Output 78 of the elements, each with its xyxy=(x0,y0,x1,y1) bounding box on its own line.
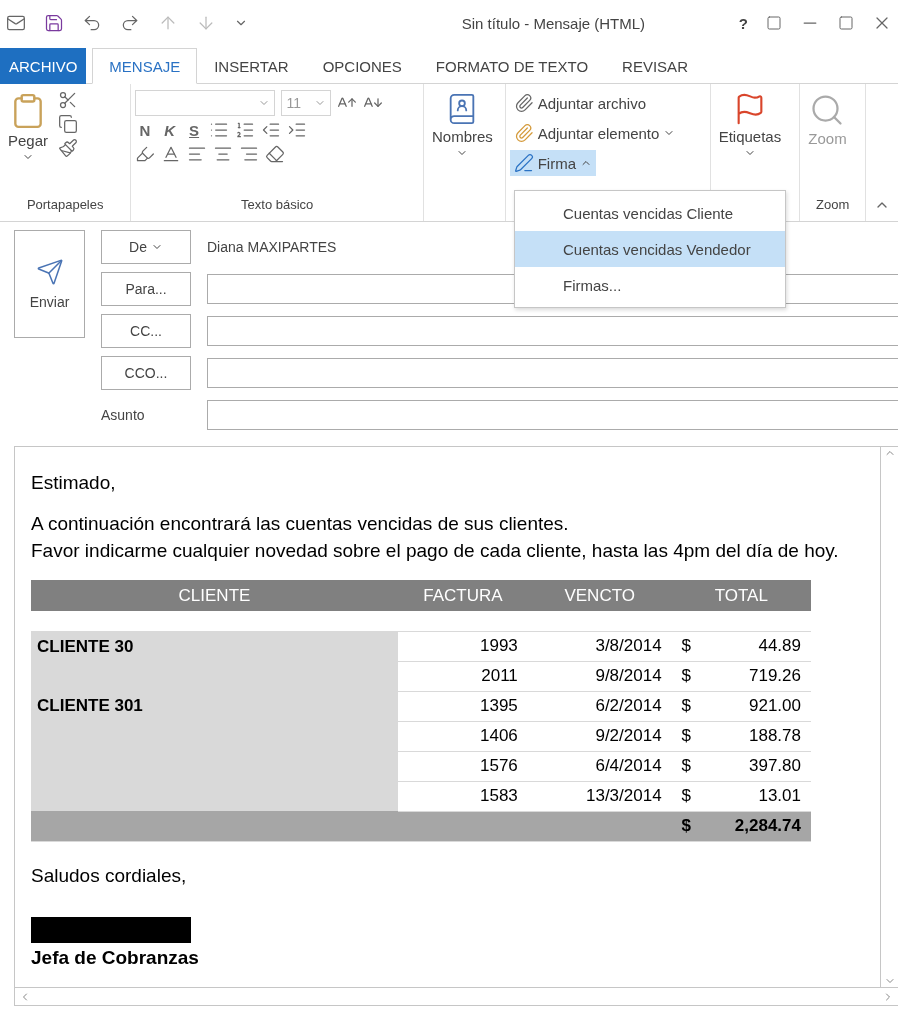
ribbon-tab[interactable]: INSERTAR xyxy=(197,48,306,84)
ribbon-tab[interactable]: OPCIONES xyxy=(305,48,419,84)
ribbon-tab[interactable]: ARCHIVO xyxy=(0,48,87,84)
table-cell: 1993 xyxy=(397,631,528,661)
signature-title: Jefa de Cobranzas xyxy=(31,946,200,969)
format-painter-icon[interactable] xyxy=(58,138,79,158)
italic-button[interactable]: K xyxy=(160,121,180,139)
table-cell: 6/4/2014 xyxy=(527,751,672,781)
ribbon-tab[interactable]: REVISAR xyxy=(605,48,705,84)
redo-icon[interactable] xyxy=(120,13,140,33)
table-cell: 921.00 xyxy=(701,691,811,721)
table-cell: 1395 xyxy=(397,691,528,721)
signature-button[interactable]: Firma xyxy=(509,150,596,176)
subject-field[interactable] xyxy=(207,400,898,430)
table-cell: 719.26 xyxy=(701,661,811,691)
save-icon[interactable] xyxy=(44,13,64,33)
column-header: FACTURA xyxy=(397,580,528,611)
table-cell: 9/8/2014 xyxy=(527,661,672,691)
table-cell: 1576 xyxy=(397,751,528,781)
ribbon-display-icon[interactable] xyxy=(766,15,782,31)
message-icon[interactable] xyxy=(6,13,26,33)
window-title: Sin título - Mensaje (HTML) xyxy=(460,14,647,32)
greeting-text: Estimado, xyxy=(31,471,117,495)
eraser-icon[interactable] xyxy=(265,144,286,164)
help-button[interactable]: ? xyxy=(738,14,748,32)
maximize-icon[interactable] xyxy=(838,15,854,31)
menu-item[interactable]: Firmas... xyxy=(515,267,785,303)
font-field[interactable] xyxy=(135,90,276,116)
table-cell: 1583 xyxy=(397,781,528,811)
names-button[interactable]: Nombres xyxy=(428,90,497,221)
address-field[interactable] xyxy=(207,316,898,346)
menu-item[interactable]: Cuentas vencidas Vendedor xyxy=(515,231,785,267)
column-header: VENCTO xyxy=(527,580,672,611)
address-button[interactable]: CCO... xyxy=(101,356,191,390)
closing-text: Saludos cordiales, xyxy=(31,863,188,888)
send-icon xyxy=(35,258,64,286)
undo-icon[interactable] xyxy=(82,13,102,33)
paperclip-icon xyxy=(513,93,534,113)
address-button[interactable]: CC... xyxy=(101,314,191,348)
from-value: Diana MAXIPARTES xyxy=(207,238,337,257)
table-cell: 1406 xyxy=(397,721,528,751)
table-cell: 3/8/2014 xyxy=(527,631,672,661)
pen-icon xyxy=(513,153,534,173)
table-cell: 13/3/2014 xyxy=(527,781,672,811)
group-label: Texto básico xyxy=(240,197,315,214)
address-field[interactable] xyxy=(207,358,898,388)
address-button[interactable]: Para... xyxy=(101,272,191,306)
bold-button[interactable]: N xyxy=(135,121,155,139)
table-cell: 188.78 xyxy=(701,721,811,751)
highlighter-icon[interactable] xyxy=(135,144,156,164)
attach-item-button[interactable]: Adjuntar elemento xyxy=(509,120,680,146)
table-cell: 397.80 xyxy=(701,751,811,781)
group-label: Zoom xyxy=(815,197,851,214)
column-header: CLIENTE xyxy=(31,580,398,611)
client-name: CLIENTE 301 xyxy=(36,695,144,717)
body-text: A continuación encontrará las cuentas vencidas de sus clientes. xyxy=(31,512,570,536)
numbering-icon[interactable] xyxy=(235,120,256,140)
ribbon-tab[interactable]: FORMATO DE TEXTO xyxy=(418,48,606,84)
group-label: Portapapeles xyxy=(25,197,105,214)
table-cell: 2011 xyxy=(397,661,528,691)
subject-label: Asunto xyxy=(101,406,146,425)
client-name: CLIENTE 30 xyxy=(36,635,135,658)
underline-button[interactable]: S xyxy=(185,121,204,139)
menu-item[interactable]: Cuentas vencidas Cliente xyxy=(515,195,785,231)
table-cell: 9/2/2014 xyxy=(527,721,672,751)
copy-icon[interactable] xyxy=(58,114,79,134)
from-button[interactable]: De xyxy=(101,230,191,264)
send-button[interactable]: Enviar xyxy=(14,230,85,338)
body-text: Favor indicarme cualquier novedad sobre el pago de cada cliente, hasta las 4pm del día de hoy. xyxy=(31,539,840,563)
column-header: TOTAL xyxy=(671,580,811,611)
table-cell: 2,284.74 xyxy=(701,811,811,841)
paste-button[interactable]: Pegar xyxy=(4,90,53,197)
table-cell: 6/2/2014 xyxy=(527,691,672,721)
attach-file-button[interactable]: Adjuntar archivo xyxy=(509,90,680,116)
ribbon-tab[interactable]: MENSAJE xyxy=(92,48,198,84)
table-cell: 44.89 xyxy=(701,631,811,661)
paperclip-icon xyxy=(513,123,534,143)
table-cell: 13.01 xyxy=(701,781,811,811)
